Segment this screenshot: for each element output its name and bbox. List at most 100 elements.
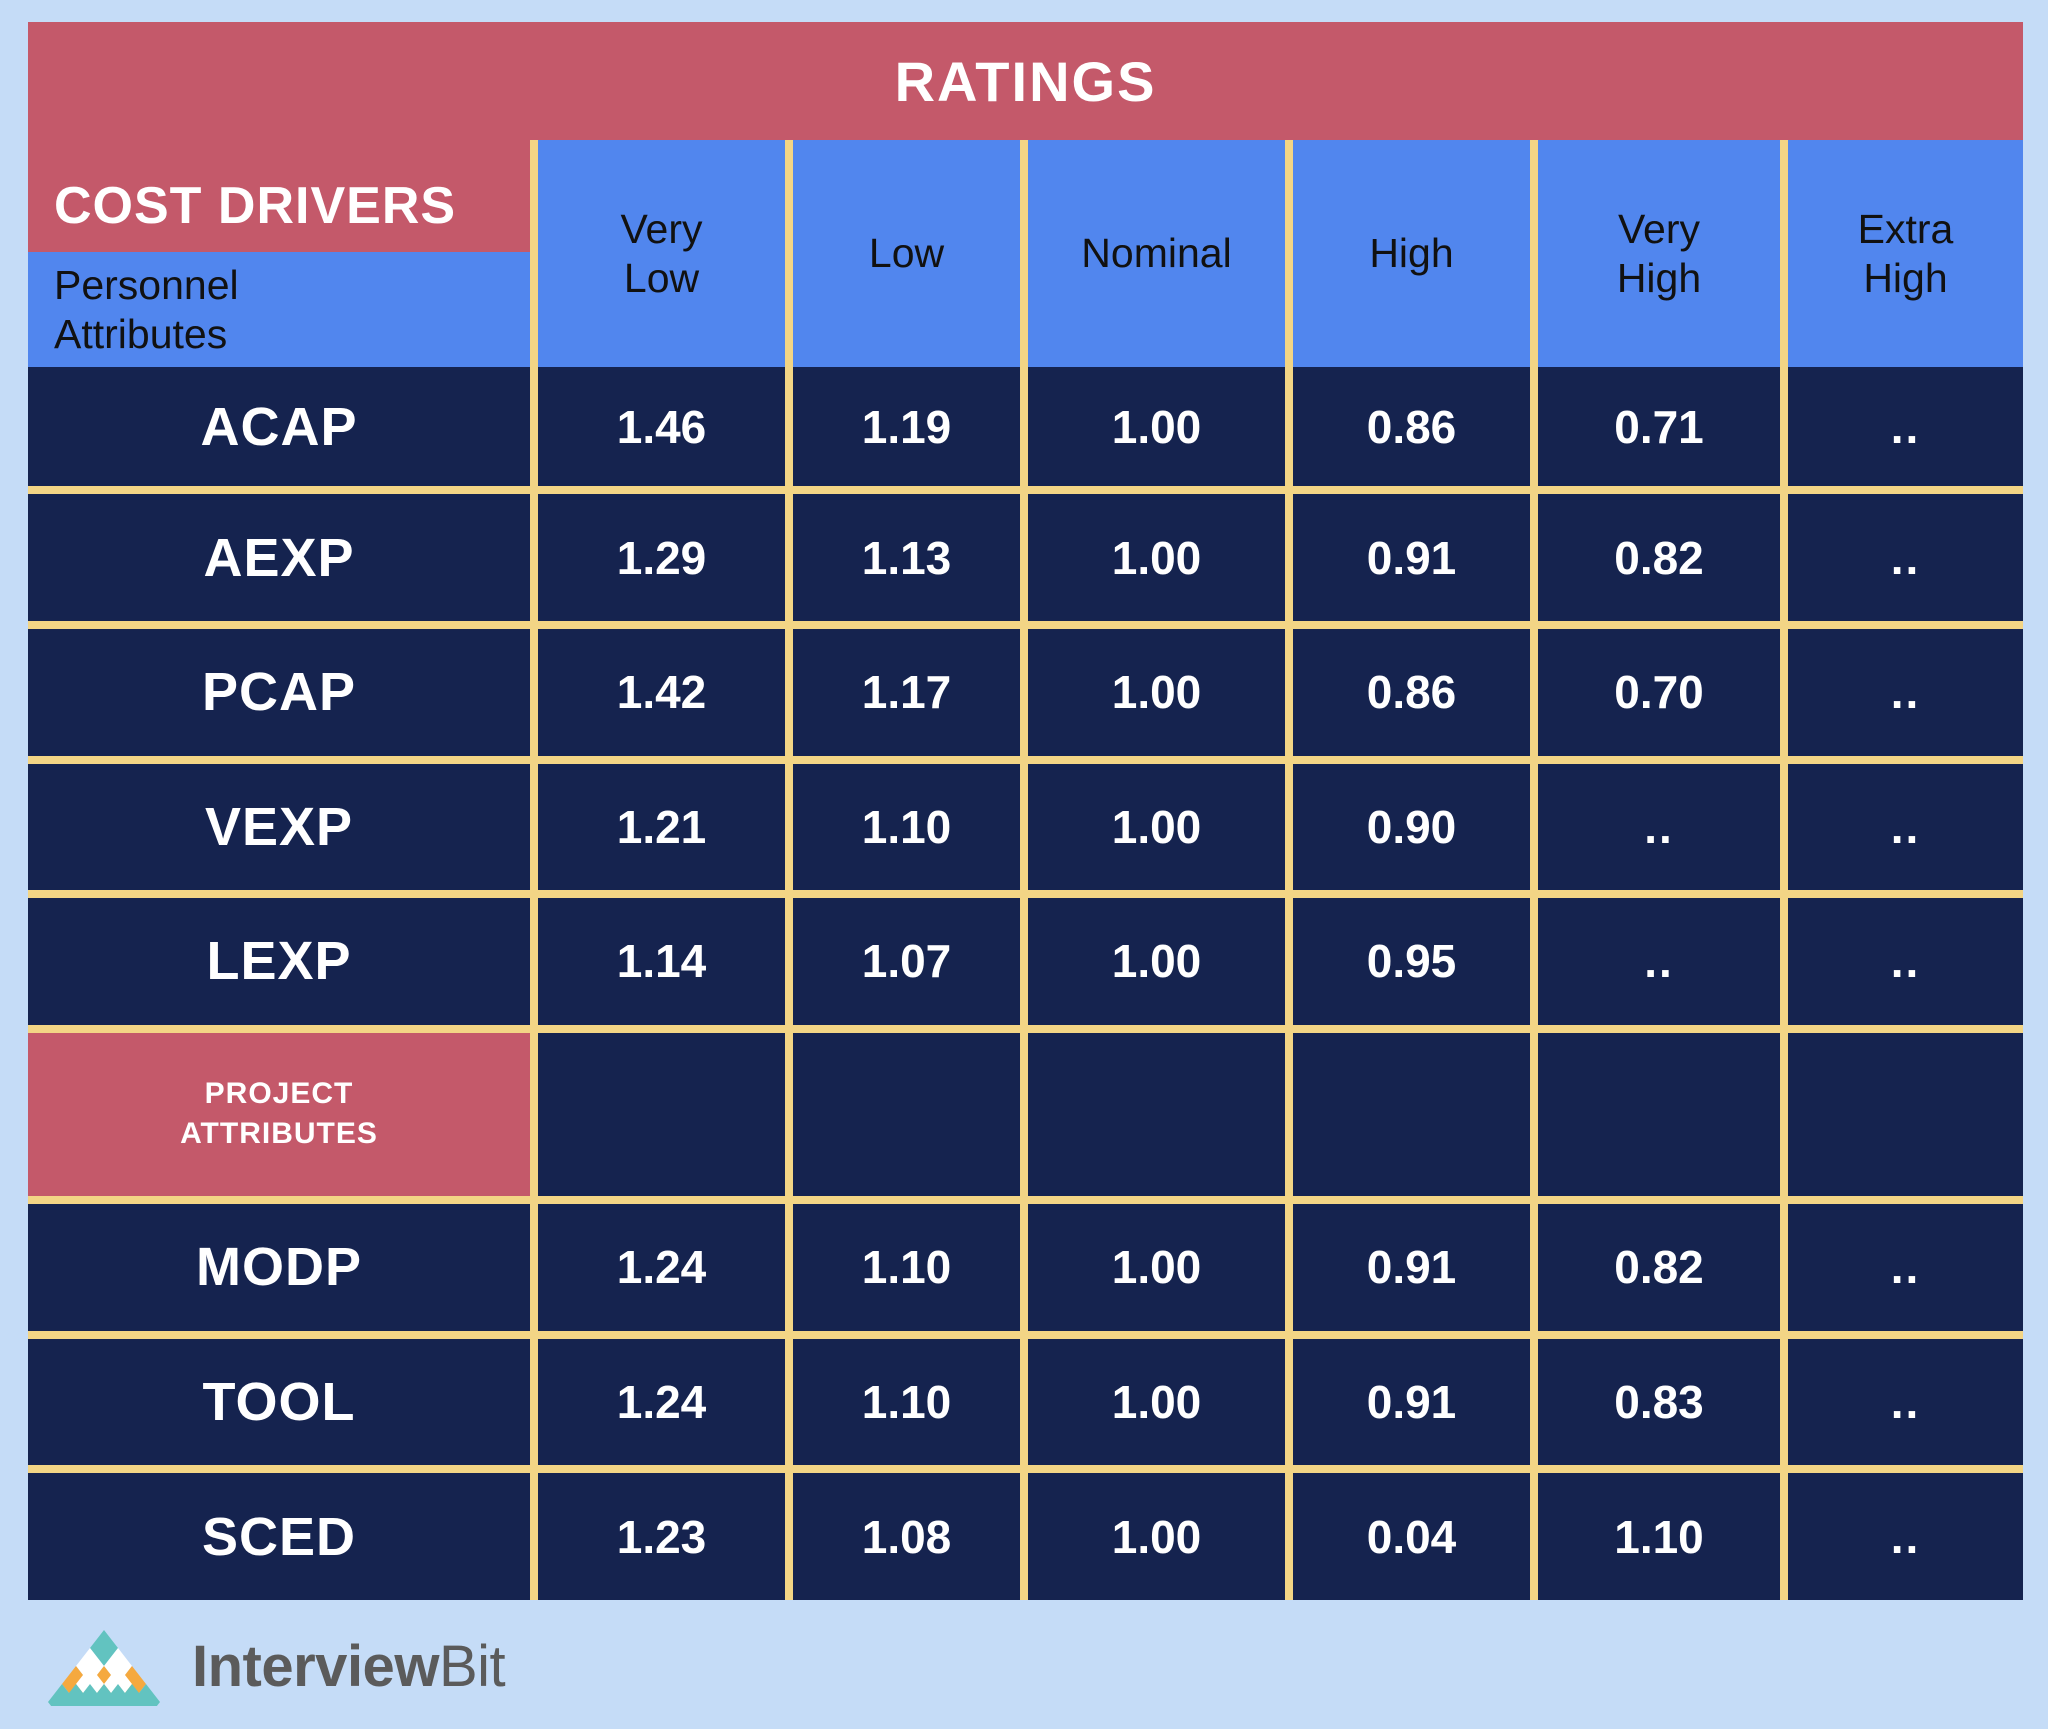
column-header-low-line1: Low xyxy=(868,230,945,277)
cell-acap-very-low: 1.46 xyxy=(530,367,785,487)
footer-branding: InterviewBit xyxy=(38,1628,506,1720)
row-driver-modp: MODP xyxy=(28,1196,530,1331)
cell-vexp-low: 1.10 xyxy=(785,755,1020,891)
table-row: VEXP 1.21 1.10 1.00 0.90 .. .. xyxy=(28,755,2023,891)
table-row: ACAP 1.46 1.19 1.00 0.86 0.71 .. xyxy=(28,367,2023,487)
cell-modp-high: 0.91 xyxy=(1285,1196,1530,1331)
project-attributes-line2: ATTRIBUTES xyxy=(180,1117,378,1151)
cell-vexp-high: 0.90 xyxy=(1285,755,1530,891)
cell-aexp-low: 1.13 xyxy=(785,486,1020,621)
cost-drivers-table-wrapper: RATINGS COST DRIVERS Very Low Low Nomina… xyxy=(28,22,2023,1600)
table-row: LEXP 1.14 1.07 1.00 0.95 .. .. xyxy=(28,890,2023,1025)
row-driver-pcap: PCAP xyxy=(28,620,530,756)
section-divider-row: PROJECT ATTRIBUTES xyxy=(28,1024,2023,1196)
table-row: PCAP 1.42 1.17 1.00 0.86 0.70 .. xyxy=(28,620,2023,756)
column-header-high: High xyxy=(1285,140,1530,367)
cell-modp-very-low: 1.24 xyxy=(530,1196,785,1331)
cell-tool-high: 0.91 xyxy=(1285,1330,1530,1466)
column-header-high-line1: High xyxy=(1369,230,1454,277)
cell-lexp-nominal: 1.00 xyxy=(1020,890,1285,1025)
cell-divider-very-low xyxy=(530,1024,785,1196)
cell-acap-extra-high: .. xyxy=(1780,367,2023,487)
cell-aexp-extra-high: .. xyxy=(1780,486,2023,621)
cell-acap-nominal: 1.00 xyxy=(1020,367,1285,487)
cell-tool-very-high: 0.83 xyxy=(1530,1330,1780,1466)
row-group-header-project-attributes: PROJECT ATTRIBUTES xyxy=(28,1024,530,1196)
cell-sced-low: 1.08 xyxy=(785,1465,1020,1600)
cell-sced-very-high: 1.10 xyxy=(1530,1465,1780,1600)
cell-tool-very-low: 1.24 xyxy=(530,1330,785,1466)
cell-tool-low: 1.10 xyxy=(785,1330,1020,1466)
cell-aexp-very-high: 0.82 xyxy=(1530,486,1780,621)
cell-vexp-very-low: 1.21 xyxy=(530,755,785,891)
cell-vexp-nominal: 1.00 xyxy=(1020,755,1285,891)
cell-sced-extra-high: .. xyxy=(1780,1465,2023,1600)
cell-aexp-nominal: 1.00 xyxy=(1020,486,1285,621)
cell-lexp-low: 1.07 xyxy=(785,890,1020,1025)
column-header-extra-high-line1: Extra xyxy=(1857,206,1954,253)
cell-divider-high xyxy=(1285,1024,1530,1196)
cocomo-cost-drivers-infographic: RATINGS COST DRIVERS Very Low Low Nomina… xyxy=(0,0,2048,1729)
personnel-attributes-line2: Attributes xyxy=(54,310,228,357)
cell-acap-very-high: 0.71 xyxy=(1530,367,1780,487)
row-driver-vexp: VEXP xyxy=(28,755,530,891)
cell-sced-nominal: 1.00 xyxy=(1020,1465,1285,1600)
logo-text-interview: Interview xyxy=(192,1634,439,1699)
cell-aexp-very-low: 1.29 xyxy=(530,486,785,621)
cell-acap-high: 0.86 xyxy=(1285,367,1530,487)
column-header-very-high-line1: Very xyxy=(1617,206,1701,253)
banner-row: RATINGS xyxy=(28,22,2023,140)
cell-tool-nominal: 1.00 xyxy=(1020,1330,1285,1466)
logo-diamond-pyramid-icon xyxy=(48,1630,160,1720)
column-header-extra-high-line2: High xyxy=(1863,254,1948,301)
cell-modp-nominal: 1.00 xyxy=(1020,1196,1285,1331)
cell-pcap-nominal: 1.00 xyxy=(1020,620,1285,756)
column-header-low: Low xyxy=(785,140,1020,367)
column-header-very-low: Very Low xyxy=(530,140,785,367)
row-driver-aexp: AEXP xyxy=(28,486,530,621)
column-header-nominal-line1: Nominal xyxy=(1081,230,1232,277)
cell-divider-very-high xyxy=(1530,1024,1780,1196)
cell-pcap-extra-high: .. xyxy=(1780,620,2023,756)
cell-lexp-very-low: 1.14 xyxy=(530,890,785,1025)
cell-divider-nominal xyxy=(1020,1024,1285,1196)
cell-modp-low: 1.10 xyxy=(785,1196,1020,1331)
logo-text-bit: Bit xyxy=(438,1634,506,1699)
cell-modp-very-high: 0.82 xyxy=(1530,1196,1780,1331)
cell-aexp-high: 0.91 xyxy=(1285,486,1530,621)
column-header-very-low-line2: Low xyxy=(623,254,700,301)
column-header-extra-high: Extra High xyxy=(1780,140,2023,367)
cell-lexp-extra-high: .. xyxy=(1780,890,2023,1025)
cell-modp-extra-high: .. xyxy=(1780,1196,2023,1331)
cell-sced-very-low: 1.23 xyxy=(530,1465,785,1600)
cost-drivers-row: COST DRIVERS Very Low Low Nominal High V… xyxy=(28,140,2023,367)
cost-drivers-table: RATINGS COST DRIVERS Very Low Low Nomina… xyxy=(28,22,2023,1600)
row-driver-sced: SCED xyxy=(28,1465,530,1600)
cell-acap-low: 1.19 xyxy=(785,367,1020,487)
column-header-nominal: Nominal xyxy=(1020,140,1285,367)
cell-vexp-extra-high: .. xyxy=(1780,755,2023,891)
cell-vexp-very-high: .. xyxy=(1530,755,1780,891)
project-attributes-line1: PROJECT xyxy=(204,1076,354,1110)
cell-pcap-very-low: 1.42 xyxy=(530,620,785,756)
table-row: SCED 1.23 1.08 1.00 0.04 1.10 .. xyxy=(28,1465,2023,1600)
row-driver-lexp: LEXP xyxy=(28,890,530,1025)
column-header-very-high: Very High xyxy=(1530,140,1780,367)
cell-tool-extra-high: .. xyxy=(1780,1330,2023,1466)
ratings-title: RATINGS xyxy=(28,22,2023,140)
table-row: TOOL 1.24 1.10 1.00 0.91 0.83 .. xyxy=(28,1330,2023,1466)
row-driver-acap: ACAP xyxy=(28,367,530,487)
cell-divider-extra-high xyxy=(1780,1024,2023,1196)
cost-drivers-title: COST DRIVERS xyxy=(28,140,530,252)
row-group-header-personnel-attributes: Personnel Attributes xyxy=(28,252,530,367)
column-header-very-high-line2: High xyxy=(1616,254,1702,301)
cell-divider-low xyxy=(785,1024,1020,1196)
row-driver-tool: TOOL xyxy=(28,1330,530,1466)
cell-lexp-high: 0.95 xyxy=(1285,890,1530,1025)
column-header-very-low-line1: Very xyxy=(620,206,703,253)
personnel-attributes-line1: Personnel xyxy=(54,262,239,309)
cell-pcap-low: 1.17 xyxy=(785,620,1020,756)
table-row: MODP 1.24 1.10 1.00 0.91 0.82 .. xyxy=(28,1196,2023,1331)
cell-pcap-very-high: 0.70 xyxy=(1530,620,1780,756)
cell-lexp-very-high: .. xyxy=(1530,890,1780,1025)
